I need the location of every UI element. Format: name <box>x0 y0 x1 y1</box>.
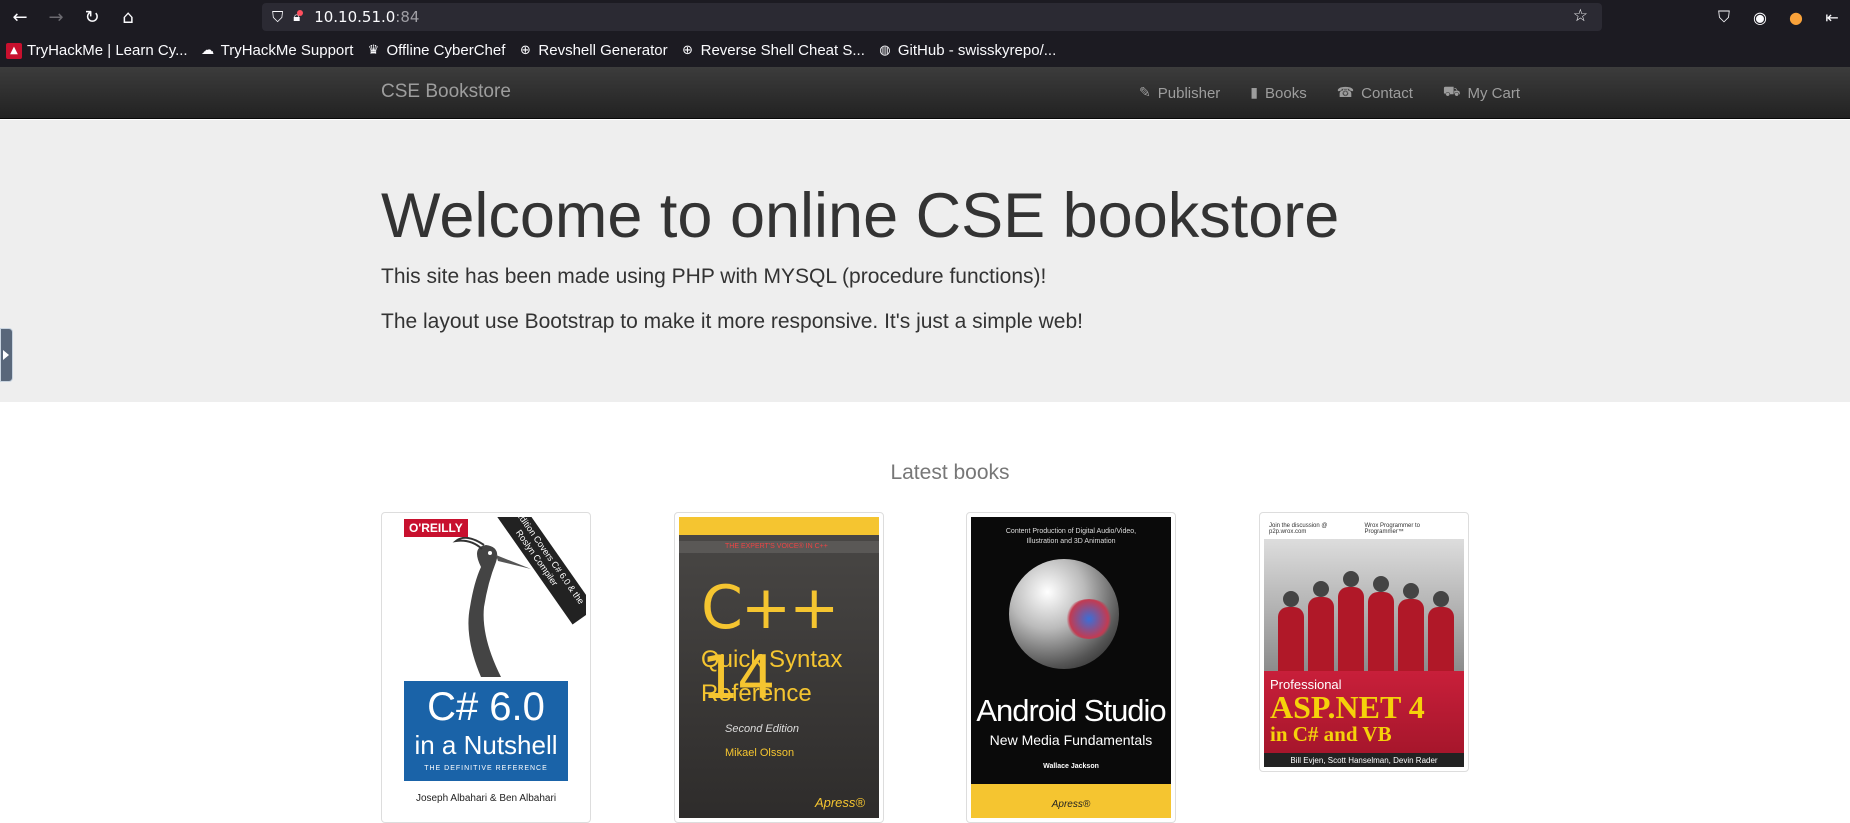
heron-illustration <box>452 537 531 677</box>
publisher-logo: Apress® <box>814 795 865 810</box>
book-edition: Second Edition <box>725 723 799 735</box>
cover-tagline: Content Production of Digital Audio/Vide… <box>1005 528 1137 545</box>
account-icon[interactable]: ◉ <box>1742 8 1778 27</box>
bookmark-cyberchef[interactable]: ♛ Offline CyberChef <box>365 42 506 59</box>
reload-icon[interactable]: ↻ <box>74 0 110 34</box>
home-icon[interactable]: ⌂ <box>110 0 146 34</box>
book-subtitle: Quick Syntax Reference <box>701 646 843 707</box>
book-cover[interactable]: O'REILLY 6th Edition Covers C# 6.0 & the… <box>386 517 586 818</box>
book-card-csharp[interactable]: O'REILLY 6th Edition Covers C# 6.0 & the… <box>381 512 591 823</box>
bookmark-revshell-generator[interactable]: ⊕ Revshell Generator <box>517 42 668 59</box>
insecure-lock-icon[interactable]: 🔒︎ <box>293 9 304 25</box>
hero-text-2: The layout use Bootstrap to make it more… <box>381 310 1083 333</box>
cover-band <box>679 517 879 535</box>
book-subtitle: in C# and VB <box>1270 722 1392 746</box>
publisher-logo: Apress® <box>1051 799 1091 810</box>
sidebar-toggle-handle[interactable] <box>0 328 13 382</box>
tracking-protection-icon[interactable]: ⛉ <box>272 8 283 26</box>
forward-icon[interactable]: → <box>38 0 74 34</box>
nav-cart[interactable]: ⛟ My Cart <box>1443 84 1520 102</box>
bookmark-tryhackme[interactable]: ▲ TryHackMe | Learn Cy... <box>6 42 188 59</box>
bookmark-tryhackme-support[interactable]: ☁ TryHackMe Support <box>200 42 353 59</box>
bookmark-reverse-shell-cheat[interactable]: ⊕ Reverse Shell Cheat S... <box>680 42 865 59</box>
tryhackme-icon: ▲ <box>6 42 22 59</box>
globe-icon: ⊕ <box>519 43 531 58</box>
book-title: Android Studio <box>976 693 1166 728</box>
jumbotron: Welcome to online CSE bookstore This sit… <box>0 120 1850 402</box>
cloud-icon: ☁ <box>201 43 215 58</box>
hero-text-1: This site has been made using PHP with M… <box>381 265 1047 288</box>
pocket-icon[interactable]: ⛉ <box>1706 7 1742 27</box>
book-cover[interactable]: Content Production of Digital Audio/Vide… <box>971 517 1171 818</box>
nav-publisher[interactable]: ✎ Publisher <box>1139 85 1220 102</box>
book-authors: Joseph Albahari & Ben Albahari <box>415 793 557 804</box>
cover-topline: Join the discussion @ p2p.wrox.com Wrox P… <box>1269 523 1421 535</box>
book-card-aspnet4[interactable]: Join the discussion @ p2p.wrox.com Wrox P… <box>1259 512 1469 772</box>
back-icon[interactable]: ← <box>2 0 38 34</box>
latest-books-heading: Latest books <box>890 461 1010 484</box>
site-navbar: CSE Bookstore ✎ Publisher ▮ Books ☎ Contact… <box>0 67 1850 119</box>
series-label: THE EXPERT'S VOICE® IN C++ <box>679 541 879 553</box>
book-authors: Mikael Olsson <box>725 747 795 759</box>
globe-icon: ⊕ <box>682 43 694 58</box>
address-bar[interactable]: ⛉ 🔒︎ 10.10.51.0:84 ☆ <box>262 3 1602 31</box>
phone-icon: ☎ <box>1336 85 1355 101</box>
bookmarks-toolbar: ▲ TryHackMe | Learn Cy... ☁ TryHackMe Supp… <box>0 34 1850 67</box>
globe-illustration <box>1009 559 1119 669</box>
paperclip-icon: ✎ <box>1139 85 1151 101</box>
extension-icon[interactable]: ● <box>1778 8 1814 27</box>
team-photo <box>1264 539 1464 677</box>
github-icon: ◍ <box>879 43 891 58</box>
book-authors: Bill Evjen, Scott Hanselman, Devin Rader <box>1264 753 1464 767</box>
bookmark-github[interactable]: ◍ GitHub - swisskyrepo/... <box>877 42 1056 59</box>
book-cover[interactable]: Join the discussion @ p2p.wrox.com Wrox P… <box>1264 517 1464 767</box>
book-title: ASP.NET 4 <box>1270 689 1425 725</box>
book-subtitle: New Media Fundamentals <box>989 732 1153 748</box>
nav-contact[interactable]: ☎ Contact <box>1337 85 1413 102</box>
extensions-menu-icon[interactable]: ⇤ <box>1814 8 1850 27</box>
book-cover[interactable]: THE EXPERT'S VOICE® IN C++ C++ 14 Quick … <box>679 517 879 818</box>
book-icon: ▮ <box>1250 85 1259 101</box>
book-card-cpp14[interactable]: THE EXPERT'S VOICE® IN C++ C++ 14 Quick … <box>674 512 884 823</box>
browser-toolbar: ← → ↻ ⌂ ⛉ 🔒︎ 10.10.51.0:84 ☆ ⛉ ◉ ● ⇤ <box>0 0 1850 34</box>
nav-books[interactable]: ▮ Books <box>1250 85 1306 102</box>
bookmark-star-icon[interactable]: ☆ <box>1573 6 1588 26</box>
page-title: Welcome to online CSE bookstore <box>381 181 1340 251</box>
url-text[interactable]: 10.10.51.0:84 <box>314 8 419 26</box>
title-block: C# 6.0 in a Nutshell THE DEFINITIVE REFE… <box>404 681 568 781</box>
chef-icon: ♛ <box>367 43 380 58</box>
publisher-badge: O'REILLY <box>404 519 468 537</box>
cart-icon: ⛟ <box>1442 84 1461 100</box>
brand-link[interactable]: CSE Bookstore <box>381 81 511 103</box>
book-authors: Wallace Jackson <box>1043 763 1099 770</box>
book-card-android-studio[interactable]: Content Production of Digital Audio/Vide… <box>966 512 1176 823</box>
